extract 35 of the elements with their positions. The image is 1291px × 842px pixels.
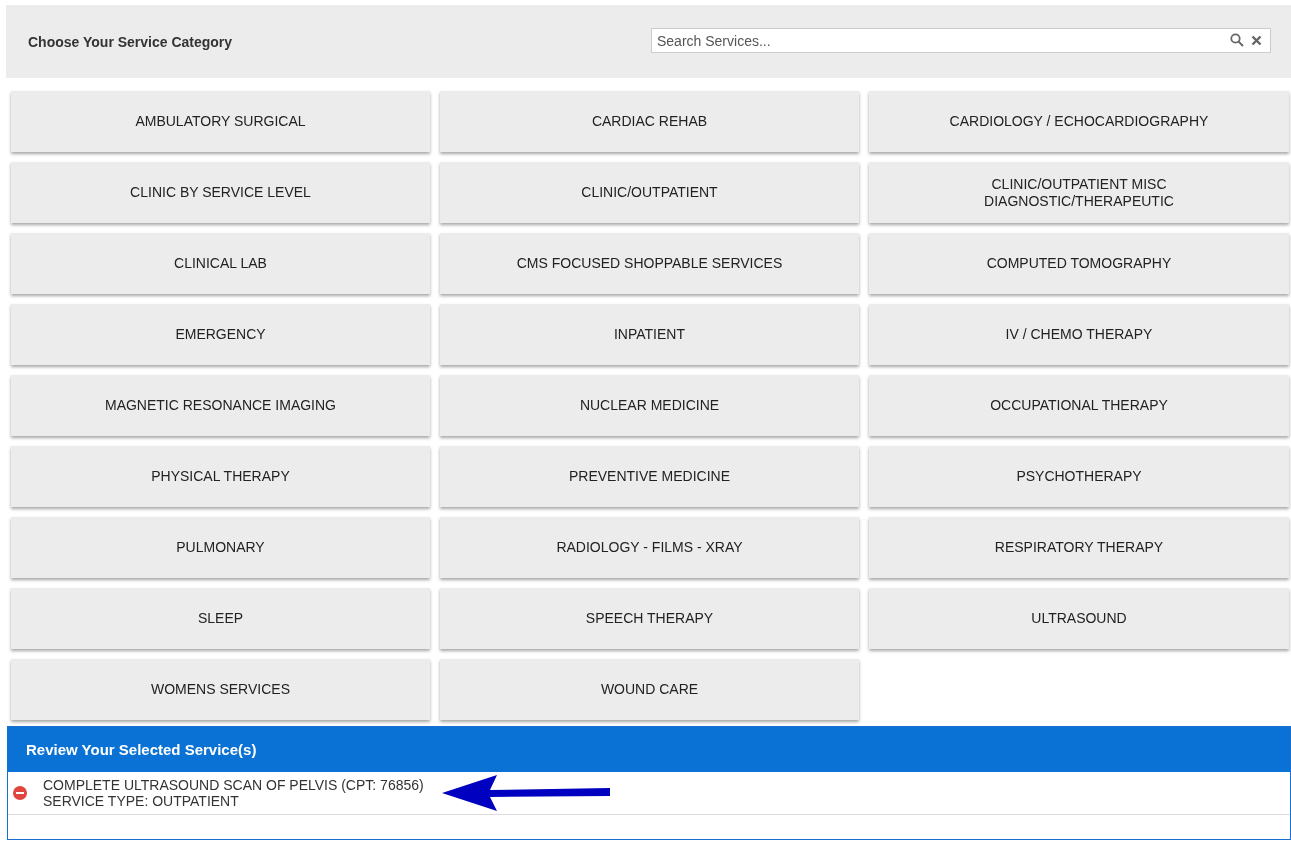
category-button[interactable]: WOMENS SERVICES [11,659,430,720]
remove-icon[interactable] [11,784,29,802]
category-button[interactable]: INPATIENT [440,304,859,365]
category-button[interactable]: CLINIC/OUTPATIENT [440,162,859,223]
category-button[interactable]: AMBULATORY SURGICAL [11,91,430,152]
category-button[interactable]: WOUND CARE [440,659,859,720]
category-button[interactable]: EMERGENCY [11,304,430,365]
section-title: Choose Your Service Category [28,34,233,50]
clear-icon[interactable] [1251,35,1262,46]
category-button[interactable]: COMPUTED TOMOGRAPHY [869,233,1289,294]
category-button[interactable]: PULMONARY [11,517,430,578]
category-button[interactable]: SPEECH THERAPY [440,588,859,649]
arrow-icon [441,773,612,813]
service-name: COMPLETE ULTRASOUND SCAN OF PELVIS (CPT: 76856) [43,777,424,793]
category-button[interactable]: SLEEP [11,588,430,649]
category-button[interactable]: CMS FOCUSED SHOPPABLE SERVICES [440,233,859,294]
category-button[interactable]: PREVENTIVE MEDICINE [440,446,859,507]
category-button[interactable]: PHYSICAL THERAPY [11,446,430,507]
category-button[interactable]: CARDIAC REHAB [440,91,859,152]
review-title: Review Your Selected Service(s) [26,741,257,758]
category-button[interactable]: NUCLEAR MEDICINE [440,375,859,436]
category-button[interactable]: CARDIOLOGY / ECHOCARDIOGRAPHY [869,91,1289,152]
category-button[interactable]: CLINICAL LAB [11,233,430,294]
category-button[interactable]: IV / CHEMO THERAPY [869,304,1289,365]
category-button[interactable]: PSYCHOTHERAPY [869,446,1289,507]
category-button[interactable]: ULTRASOUND [869,588,1289,649]
category-button[interactable]: MAGNETIC RESONANCE IMAGING [11,375,430,436]
category-button[interactable]: RADIOLOGY - FILMS - XRAY [440,517,859,578]
service-type: SERVICE TYPE: OUTPATIENT [43,793,240,809]
category-button[interactable]: CLINIC/OUTPATIENT MISC DIAGNOSTIC/THERAPEUTIC [869,162,1289,223]
category-button[interactable]: OCCUPATIONAL THERAPY [869,375,1289,436]
category-button[interactable]: CLINIC BY SERVICE LEVEL [11,162,430,223]
search-icon[interactable] [1230,33,1244,47]
search-field[interactable]: Search Services... [651,28,1271,53]
category-button[interactable]: RESPIRATORY THERAPY [869,517,1289,578]
